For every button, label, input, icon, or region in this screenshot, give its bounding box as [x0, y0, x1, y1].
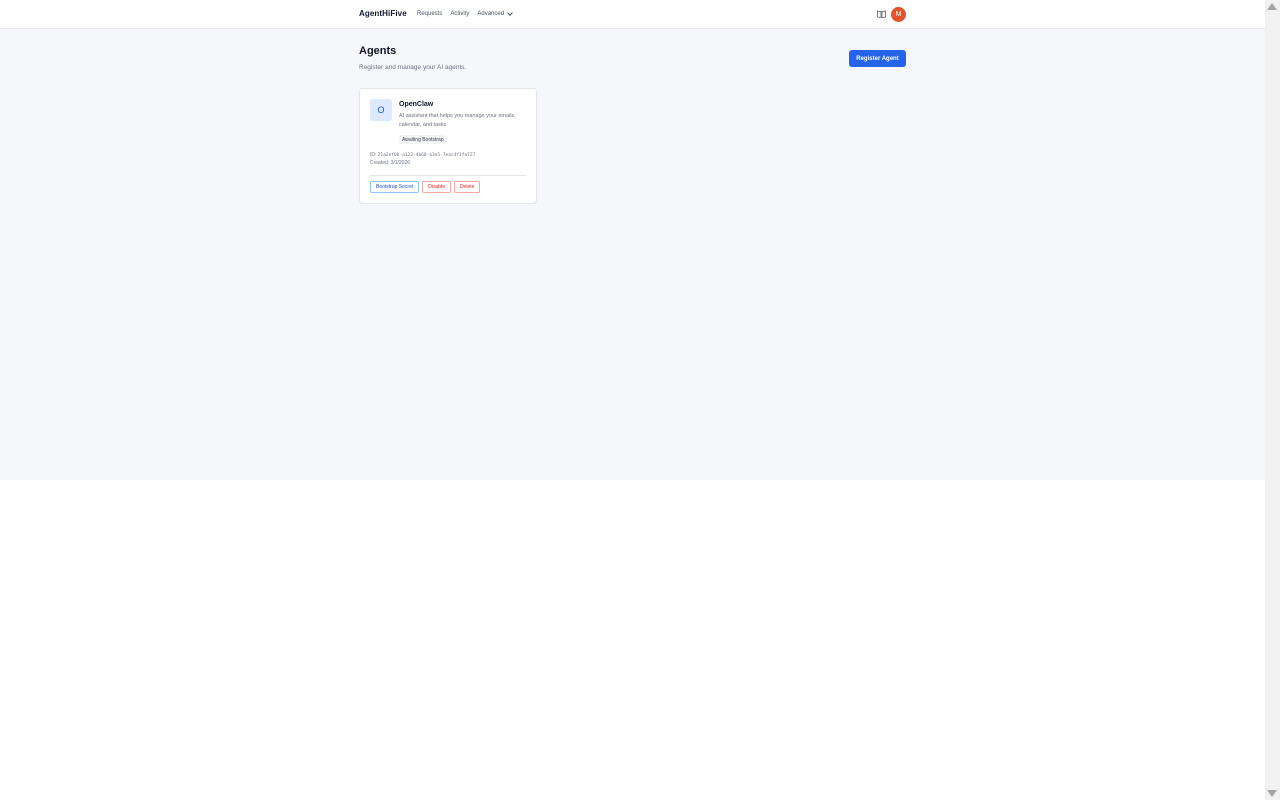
book-icon[interactable]	[877, 10, 886, 18]
agent-actions: Bootstrap Secret Disable Delete	[370, 181, 481, 193]
agent-id: ID: 21a2ef0b-a122-4b68-a3e5-7eac4f1fe727	[370, 152, 475, 158]
viewport: AgentHiFive Requests Activity Advanced M…	[0, 0, 1265, 800]
agent-avatar: O	[370, 99, 392, 121]
agent-name: OpenClaw	[399, 101, 434, 108]
app-background	[0, 0, 1265, 480]
agent-id-label: ID:	[370, 152, 377, 158]
nav-advanced-label: Advanced	[477, 11, 505, 17]
brand-logo[interactable]: AgentHiFive	[359, 9, 407, 18]
agent-description: AI assistant that helps you manage your …	[399, 113, 516, 128]
top-navbar: AgentHiFive Requests Activity Advanced M	[0, 0, 1265, 29]
bootstrap-secret-button[interactable]: Bootstrap Secret	[370, 181, 420, 193]
chevron-down-icon	[507, 10, 513, 16]
delete-button[interactable]: Delete	[453, 181, 481, 193]
disable-button[interactable]: Disable	[422, 181, 451, 193]
nav-advanced[interactable]: Advanced	[477, 10, 513, 17]
scroll-down-arrow-icon[interactable]	[1267, 790, 1277, 797]
nav-requests[interactable]: Requests	[417, 11, 442, 17]
vertical-scrollbar[interactable]	[1265, 0, 1280, 800]
scroll-up-arrow-icon[interactable]	[1267, 3, 1277, 10]
register-agent-button[interactable]: Register Agent	[849, 50, 906, 67]
status-badge: Awaiting Bootstrap	[399, 135, 447, 144]
agent-card: O OpenClaw AI assistant that helps you m…	[359, 88, 537, 204]
user-avatar[interactable]: M	[891, 7, 906, 22]
agent-id-value: 21a2ef0b-a122-4b68-a3e5-7eac4f1fe727	[377, 153, 476, 158]
agent-created-date: Created: 3/1/2026	[370, 160, 411, 166]
main-nav: Requests Activity Advanced	[417, 10, 513, 17]
page-subtitle: Register and manage your AI agents.	[359, 64, 467, 71]
card-divider	[370, 175, 526, 176]
nav-activity[interactable]: Activity	[450, 11, 469, 17]
page-title: Agents	[359, 45, 397, 57]
